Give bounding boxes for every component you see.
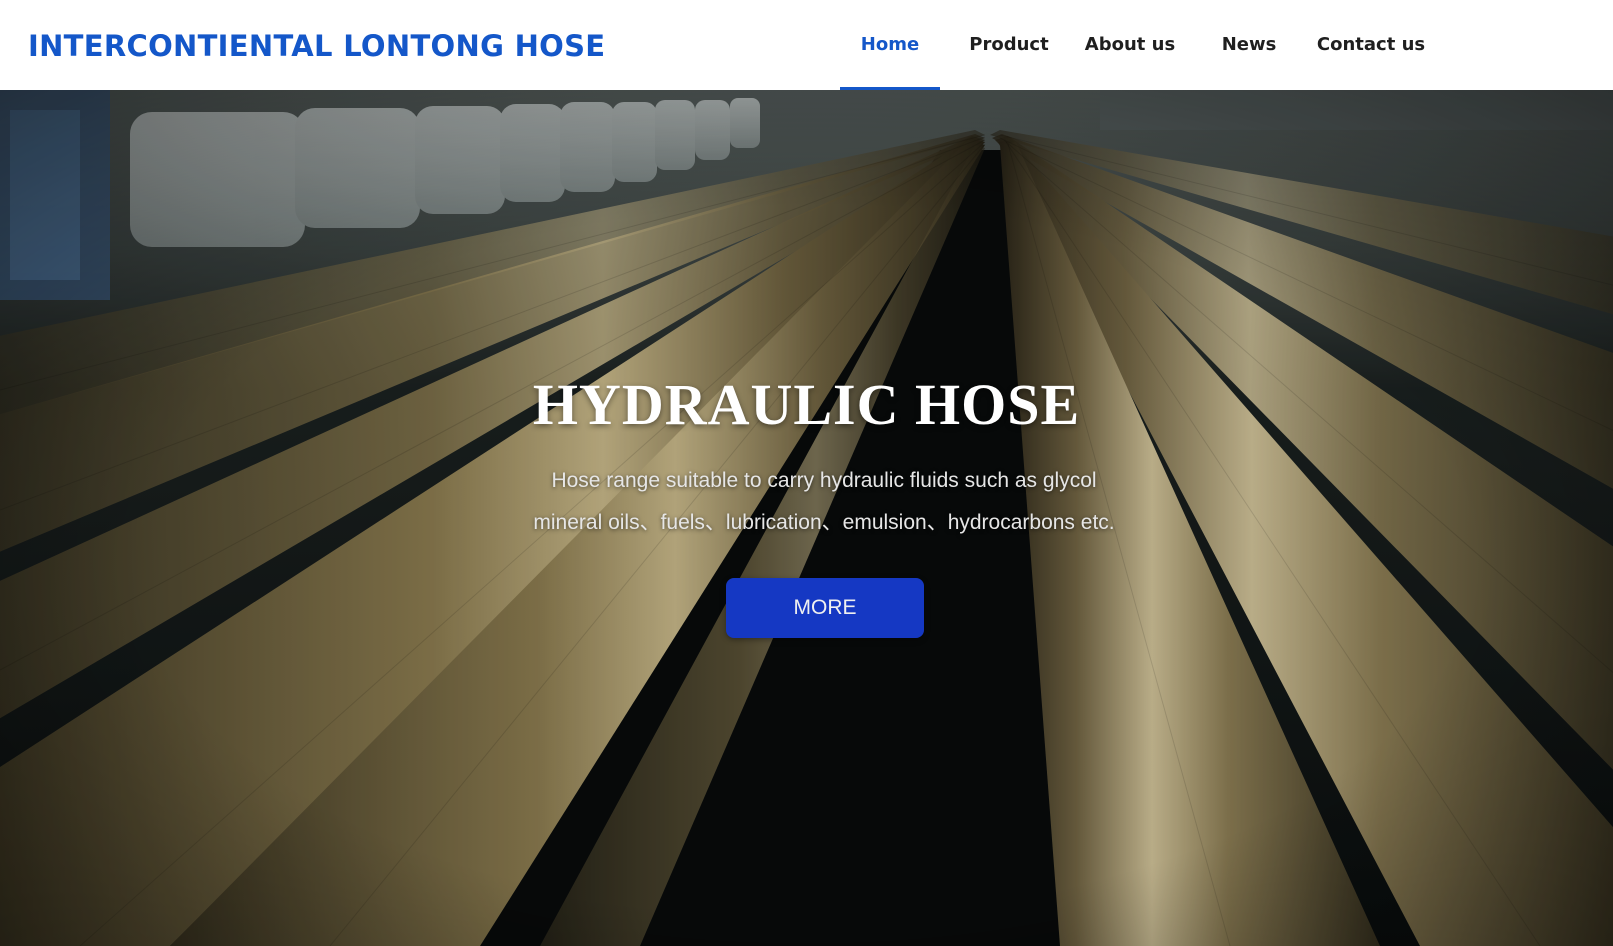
nav-item-home[interactable]: Home [840,0,940,90]
nav-item-label: Home [860,34,920,55]
hero-description-line-2: mineral oils、fuels、lubrication、emulsion、… [533,511,1115,534]
site-header: INTERCONTIENTAL LONTONG HOSE Home Produc… [0,0,1613,90]
nav-item-label: Contact us [1316,34,1426,55]
active-nav-indicator [840,87,940,90]
hero-description-line-1: Hose range suitable to carry hydraulic f… [551,469,1097,492]
hero-description: Hose range suitable to carry hydraulic f… [456,460,1192,544]
nav-item-label: News [1221,34,1277,55]
nav-item-label: About us [1084,34,1176,55]
hero-banner: HYDRAULIC HOSE Hose range suitable to ca… [0,90,1613,946]
hero-title: HYDRAULIC HOSE [532,372,1081,437]
nav-item-news[interactable]: News [1206,0,1292,90]
main-nav: Home Product About us News Contact us [0,0,1613,90]
more-button[interactable]: MORE [726,578,924,638]
nav-item-product[interactable]: Product [966,0,1052,90]
nav-item-about-us[interactable]: About us [1080,0,1180,90]
nav-item-contact-us[interactable]: Contact us [1316,0,1426,90]
nav-item-label: Product [969,34,1049,55]
